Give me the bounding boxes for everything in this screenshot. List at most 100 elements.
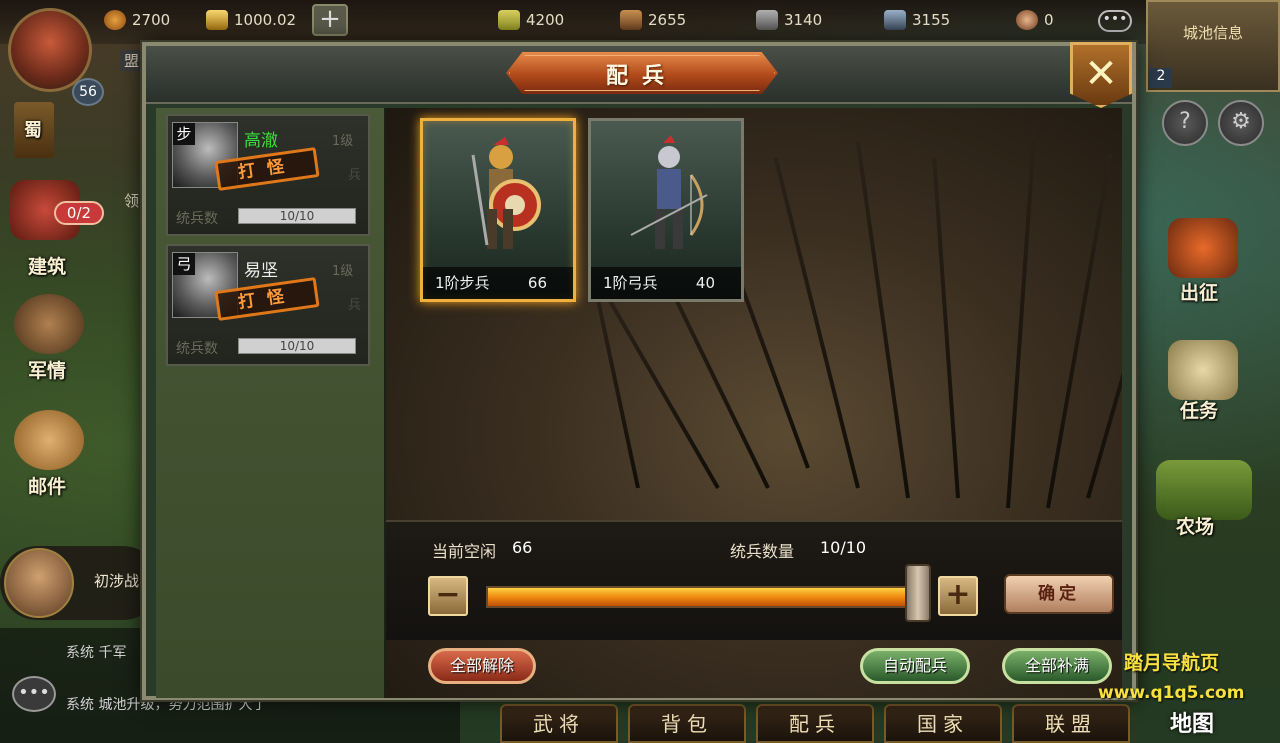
gold-ingot-icon <box>206 10 228 30</box>
mail-envelope-icon[interactable] <box>14 410 84 470</box>
general-name: 高澈 <box>244 131 278 151</box>
soldier-name: 1阶弓兵 <box>603 274 658 292</box>
assign-troops-dialog: 配兵 ✕ 步 高澈 1级 兵 打怪 统兵数 10/10 弓 易坚 1级 兵 打怪… <box>142 42 1136 700</box>
watermark-url: www.q1q5.com <box>1098 683 1245 703</box>
dialog-title: 配兵 <box>605 63 678 89</box>
troop-slider[interactable] <box>486 586 918 608</box>
troop-slider-thumb[interactable] <box>905 564 931 622</box>
gold-resource: 1000.02 <box>206 10 296 30</box>
soldier-info: 1阶弓兵 40 <box>591 267 741 299</box>
archer-soldier-icon <box>630 135 708 249</box>
confirm-button[interactable]: 确定 <box>1004 574 1114 614</box>
grain-resource: 4200 <box>498 10 564 30</box>
decrease-button[interactable]: − <box>428 576 468 616</box>
capacity-text: 10/10 <box>279 339 315 353</box>
stone-amount: 3140 <box>784 11 823 29</box>
copper-coin-icon <box>104 10 126 30</box>
quest-scroll-icon[interactable] <box>1168 340 1238 400</box>
settings-gear-icon[interactable]: ⚙ <box>1218 100 1264 146</box>
soldier-count: 66 <box>527 274 547 292</box>
march-flag-icon[interactable] <box>1168 218 1238 278</box>
iron-resource: 3155 <box>884 10 950 30</box>
quest-npc-avatar <box>4 548 74 618</box>
build-label[interactable]: 建筑 <box>28 252 66 279</box>
quest-label[interactable]: 任务 <box>1180 396 1218 423</box>
capacity-text: 10/10 <box>279 209 315 223</box>
release-all-button[interactable]: 全部解除 <box>428 648 536 684</box>
military-intel-icon[interactable] <box>14 294 84 354</box>
population-resource: 0 <box>1016 10 1054 30</box>
general-name: 易坚 <box>244 261 278 281</box>
fill-all-button[interactable]: 全部补满 <box>1002 648 1112 684</box>
tab-alliance[interactable]: 联盟 <box>1012 704 1130 743</box>
capacity-bar: 10/10 <box>238 338 356 354</box>
capacity-bar: 10/10 <box>238 208 356 224</box>
grain-icon <box>498 10 520 30</box>
wood-resource: 2655 <box>620 10 686 30</box>
infantry-soldier-icon <box>471 137 541 249</box>
soldier-name: 1阶步兵 <box>435 274 490 292</box>
spear-silhouette <box>855 141 910 499</box>
command-count-label: 统兵数量 <box>730 542 795 561</box>
increase-button[interactable]: + <box>938 576 978 616</box>
copper-resource: 2700 <box>104 10 170 30</box>
general-level: 1级 <box>332 264 354 279</box>
auto-assign-button[interactable]: 自动配兵 <box>860 648 970 684</box>
general-card[interactable]: 步 高澈 1级 兵 打怪 统兵数 10/10 <box>166 114 370 236</box>
iron-amount: 3155 <box>912 11 951 29</box>
spear-silhouette <box>594 291 640 489</box>
population-amount: 0 <box>1044 11 1054 29</box>
soldier-card-archer[interactable]: 1阶弓兵 40 <box>588 118 744 302</box>
march-label[interactable]: 出征 <box>1180 278 1218 305</box>
city-info-panel[interactable]: 城池信息 2 <box>1146 0 1280 92</box>
capacity-label: 统兵数 <box>176 341 218 357</box>
spear-silhouette <box>1046 153 1113 509</box>
stone-resource: 3140 <box>756 10 822 30</box>
quest-tracker[interactable]: 初涉战 <box>0 546 160 620</box>
quest-tracker-text: 初涉战 <box>94 572 140 590</box>
general-list: 步 高澈 1级 兵 打怪 统兵数 10/10 弓 易坚 1级 兵 打怪 统兵数 … <box>156 108 386 698</box>
chat-line: 系统 千军 <box>66 645 127 661</box>
troop-type-badge: 弓 <box>173 253 195 275</box>
general-card[interactable]: 弓 易坚 1级 兵 打怪 统兵数 10/10 <box>166 244 370 366</box>
troop-slider-fill <box>488 588 916 606</box>
tab-assign-troops[interactable]: 配兵 <box>756 704 874 743</box>
farm-label[interactable]: 农场 <box>1176 512 1214 539</box>
grain-amount: 4200 <box>526 11 565 29</box>
citizen-icon <box>1016 10 1038 30</box>
world-map-button[interactable]: 地图 <box>1170 706 1214 738</box>
chat-bubble-icon[interactable]: ••• <box>12 676 56 712</box>
spear-silhouette <box>1006 128 1037 509</box>
background-snippet: 领 <box>124 192 140 210</box>
wood-amount: 2655 <box>648 11 687 29</box>
soldier-count: 40 <box>695 274 715 292</box>
tab-backpack[interactable]: 背包 <box>628 704 746 743</box>
city-info-label: 城池信息 <box>1182 24 1243 42</box>
troop-type-badge: 步 <box>173 123 195 145</box>
soldier-card-infantry[interactable]: 1阶步兵 66 <box>420 118 576 302</box>
general-level: 1级 <box>332 134 354 149</box>
tab-nation[interactable]: 国家 <box>884 704 1002 743</box>
wood-icon <box>620 10 642 30</box>
watermark-title: 踏月导航页 <box>1124 652 1220 674</box>
dialog-header: 配兵 <box>146 46 1132 104</box>
spear-silhouette <box>606 296 720 489</box>
faction-banner-icon[interactable]: 蜀 <box>14 102 54 158</box>
tab-generals[interactable]: 武将 <box>500 704 618 743</box>
idle-troops-value: 66 <box>512 538 533 557</box>
assignment-controls: 当前空闲 66 统兵数量 10/10 − + 确定 <box>386 520 1122 640</box>
more-menu-button[interactable]: ••• <box>1098 10 1132 32</box>
build-queue-badge: 0/2 <box>54 201 104 225</box>
spear-silhouette <box>932 158 960 499</box>
command-count-value: 10/10 <box>820 538 867 557</box>
player-level-badge: 56 <box>72 78 104 106</box>
dialog-title-plate: 配兵 <box>506 52 778 94</box>
farm-icon[interactable] <box>1156 460 1252 520</box>
help-icon[interactable]: ? <box>1162 100 1208 146</box>
idle-troops-label: 当前空闲 <box>432 542 497 561</box>
military-intel-label[interactable]: 军情 <box>28 356 66 383</box>
soldier-info: 1阶步兵 66 <box>423 267 573 299</box>
mail-label[interactable]: 邮件 <box>28 472 66 499</box>
spear-silhouette <box>1086 180 1122 499</box>
recharge-plus-button[interactable]: + <box>312 4 348 36</box>
